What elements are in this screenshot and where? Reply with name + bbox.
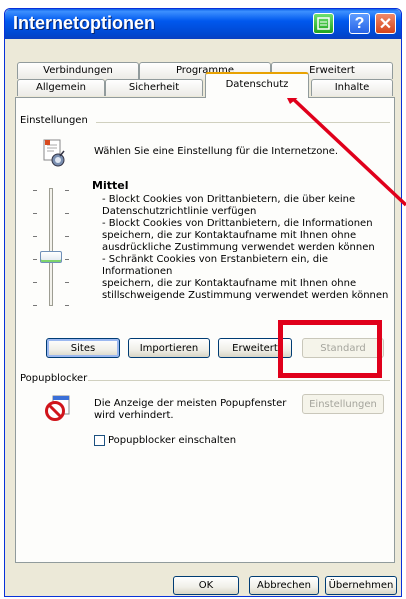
- tab-label: Datenschutz: [225, 79, 289, 90]
- annotation-arrow-icon: [282, 88, 406, 207]
- tab-datenschutz[interactable]: Datenschutz: [205, 72, 309, 98]
